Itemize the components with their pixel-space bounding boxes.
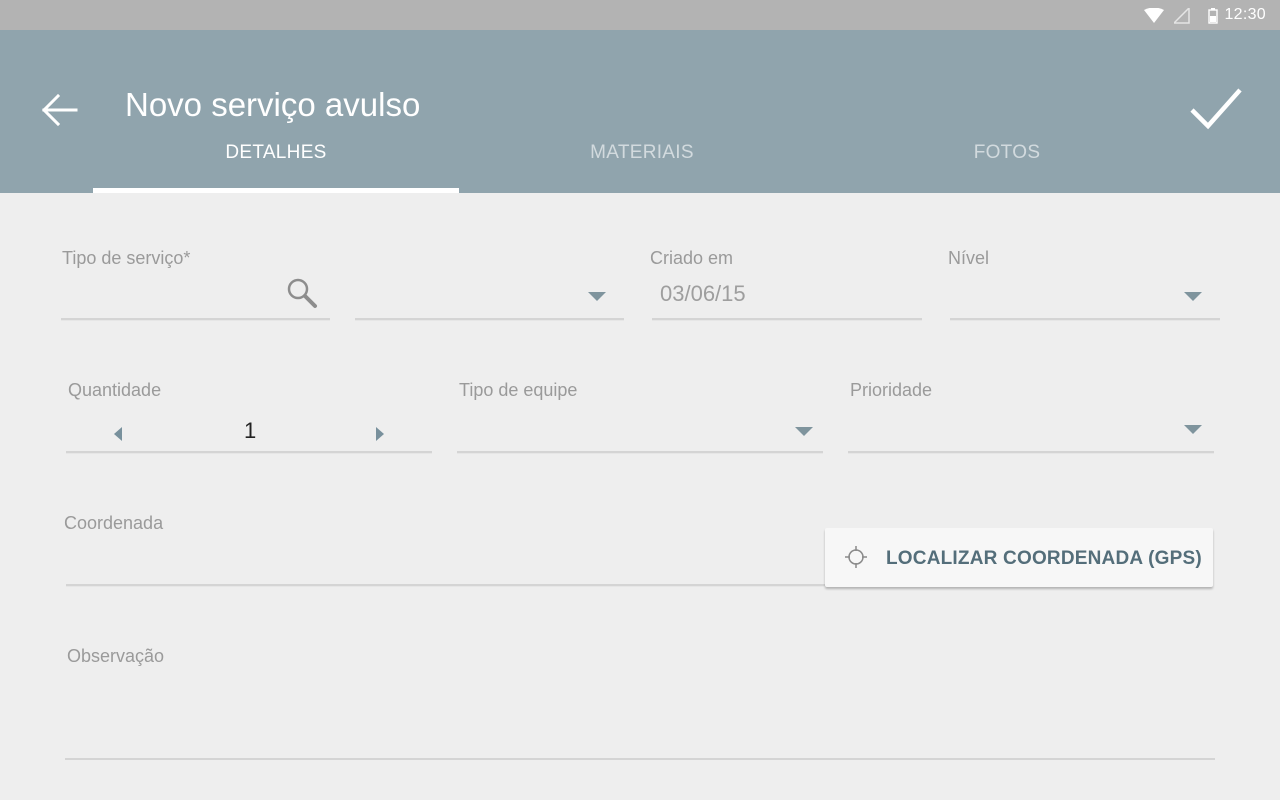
tipo-servico-select[interactable] (355, 280, 624, 320)
observacao-label: Observação (67, 646, 165, 666)
quantidade-label: Quantidade (68, 380, 162, 400)
dropdown-arrow-icon (588, 292, 606, 301)
tipo-equipe-label: Tipo de equipe (459, 380, 578, 400)
dropdown-arrow-icon (1184, 425, 1202, 434)
status-time: 12:30 (1224, 6, 1266, 23)
observacao-textarea[interactable] (65, 690, 1215, 760)
dropdown-arrow-icon (1184, 292, 1202, 301)
increment-arrow-icon[interactable] (372, 425, 386, 443)
tab-materiais[interactable]: MATERIAIS (459, 142, 825, 193)
criado-em-value: 03/06/15 (660, 281, 746, 306)
tipo-equipe-select[interactable] (457, 413, 823, 453)
signal-icon (1174, 8, 1190, 24)
prioridade-label: Prioridade (850, 380, 933, 400)
quantidade-value: 1 (244, 418, 257, 443)
battery-icon (1208, 8, 1218, 24)
dropdown-arrow-icon (795, 427, 813, 436)
tab-detalhes[interactable]: DETALHES (93, 142, 459, 193)
tipo-servico-input[interactable] (61, 278, 330, 320)
status-bar: 12:30 (0, 0, 1280, 30)
localizar-gps-button[interactable]: LOCALIZAR COORDENADA (GPS) (825, 528, 1213, 587)
back-arrow-icon[interactable] (40, 92, 80, 128)
wifi-icon (1144, 8, 1164, 23)
nivel-select[interactable] (950, 280, 1220, 320)
tab-fotos[interactable]: FOTOS (824, 142, 1190, 193)
check-icon[interactable] (1188, 86, 1244, 132)
prioridade-select[interactable] (848, 413, 1214, 453)
coordenada-input[interactable] (66, 546, 826, 586)
crosshair-icon (845, 546, 867, 568)
criado-em-field: 03/06/15 (652, 280, 922, 320)
quantidade-stepper[interactable]: 1 (66, 413, 432, 453)
tipo-servico-label: Tipo de serviço* (62, 248, 191, 268)
coordenada-label: Coordenada (64, 513, 164, 533)
localizar-gps-label: LOCALIZAR COORDENADA (GPS) (886, 548, 1202, 569)
page-title: Novo serviço avulso (125, 86, 421, 123)
decrement-arrow-icon[interactable] (112, 425, 126, 443)
criado-em-label: Criado em (650, 248, 734, 268)
nivel-label: Nível (948, 248, 990, 268)
tab-indicator (93, 188, 459, 193)
search-icon[interactable] (285, 276, 319, 310)
